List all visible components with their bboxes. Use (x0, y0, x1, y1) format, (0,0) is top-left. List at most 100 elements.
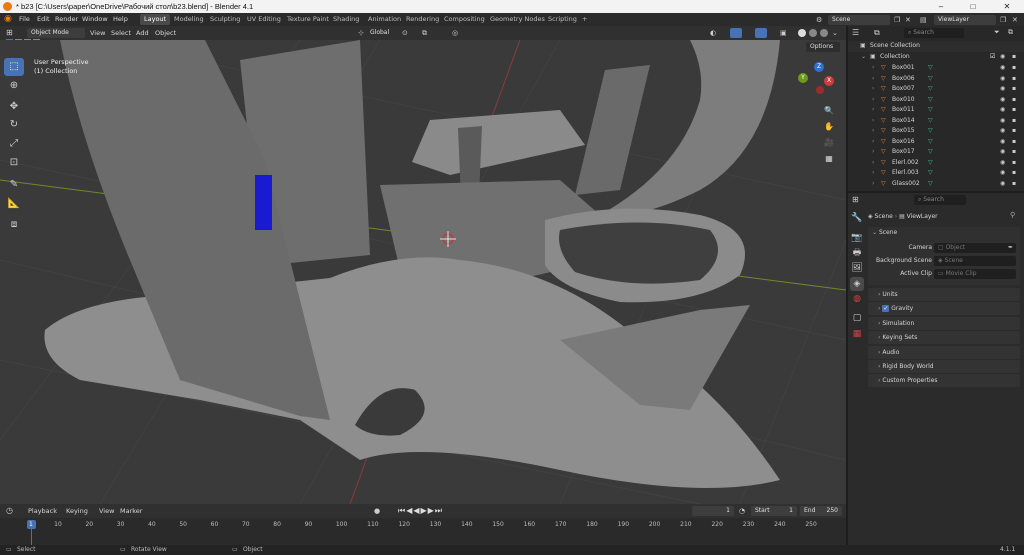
tab-shading[interactable]: Shading (329, 14, 363, 25)
eye-icon[interactable]: ◉ (1000, 74, 1005, 85)
shading-rendered-icon[interactable] (820, 29, 828, 37)
filter-icon[interactable]: ⏷ (994, 28, 1000, 37)
maximize-button[interactable]: □ (958, 0, 988, 13)
snap-icon[interactable]: ⧉ (422, 26, 427, 40)
overlay-toggle-icon[interactable] (755, 28, 767, 38)
camera-icon[interactable]: ▪ (1012, 105, 1016, 116)
record-icon[interactable]: ● (374, 504, 380, 518)
visibility-icon[interactable]: ◐ (710, 26, 716, 40)
camera-icon[interactable]: ▪ (1012, 168, 1016, 179)
chevron-right-icon[interactable]: › (872, 63, 874, 74)
add-workspace-button[interactable]: + (578, 14, 591, 25)
eye-icon[interactable]: ◉ (1000, 137, 1005, 148)
chevron-right-icon[interactable]: › (872, 147, 874, 158)
current-frame-field[interactable]: 1 (692, 506, 734, 516)
menu-file[interactable]: File (15, 13, 34, 26)
xray-icon[interactable]: ▣ (780, 26, 787, 40)
camera-icon[interactable]: ▪ (1012, 95, 1016, 106)
timeline-ruler[interactable]: 1 10 20 30 40 50 60 70 80 90 100 110 120 130 140 150 160… (0, 518, 846, 545)
menu-select[interactable]: Select (107, 26, 135, 39)
menu-view[interactable]: View (86, 26, 109, 39)
outliner-row-object[interactable]: › ▽ Box006 ▽ ◉ ▪ (848, 74, 1024, 85)
eye-icon[interactable]: ◉ (1000, 147, 1005, 158)
editor-type-icon[interactable]: ⊞ (6, 26, 13, 40)
active-clip-field[interactable]: ▭ Movie Clip (934, 269, 1016, 279)
rotate-tool-icon[interactable]: ↻ (4, 116, 24, 134)
panel-simulation[interactable]: › Simulation (868, 316, 1020, 330)
outliner-row-object[interactable]: › ▽ Box001 ▽ ◉ ▪ (848, 63, 1024, 74)
outliner-row-object[interactable]: › ▽ Elerl.003 ▽ ◉ ▪ (848, 168, 1024, 179)
camera-field[interactable]: ▢ Object ✒ (934, 243, 1016, 253)
select-box-icon[interactable]: ⬚ (4, 58, 24, 76)
transform-tool-icon[interactable]: ⊡ (4, 154, 24, 172)
chevron-right-icon[interactable]: › (872, 126, 874, 137)
texture-tab-icon[interactable]: ▦ (850, 327, 864, 341)
chevron-right-icon[interactable]: › (872, 179, 874, 190)
menu-keying[interactable]: Keying (62, 504, 92, 517)
chevron-right-icon[interactable]: › (872, 137, 874, 148)
eye-icon[interactable]: ◉ (1000, 84, 1005, 95)
render-tab-icon[interactable]: 📷 (850, 231, 864, 245)
camera-icon[interactable]: ▪ (1012, 74, 1016, 85)
tab-compositing[interactable]: Compositing (440, 14, 489, 25)
outliner-row-object[interactable]: › ▽ Glass002 ▽ ◉ ▪ (848, 179, 1024, 190)
pin-icon[interactable]: ⚲ (1010, 211, 1015, 219)
chevron-right-icon[interactable]: › (872, 168, 874, 179)
tab-texture-paint[interactable]: Texture Paint (283, 14, 333, 25)
new-collection-icon[interactable]: ⧉ (1008, 28, 1013, 37)
output-tab-icon[interactable]: 🖶 (850, 246, 864, 260)
outliner-search[interactable]: ⌕ Search (904, 28, 964, 38)
options-dropdown[interactable]: Options (806, 42, 840, 52)
gizmo-toggle-icon[interactable] (730, 28, 742, 38)
camera-icon[interactable]: ▪ (1012, 84, 1016, 95)
outliner-row-object[interactable]: › ▽ Box015 ▽ ◉ ▪ (848, 126, 1024, 137)
move-tool-icon[interactable]: ✥ (4, 98, 24, 116)
menu-timeline-view[interactable]: View (95, 504, 118, 517)
camera-icon[interactable]: ▪ (1012, 158, 1016, 169)
collection-tab-icon[interactable]: ▢ (850, 311, 864, 325)
background-scene-field[interactable]: ◈ Scene (934, 256, 1016, 266)
gizmo-neg-x-axis[interactable] (816, 86, 824, 94)
close-button[interactable]: ✕ (992, 0, 1022, 13)
menu-object[interactable]: Object (151, 26, 180, 39)
navigation-gizmo[interactable]: Z Y X 🔍 ✋ 🎥 ▦ (796, 60, 844, 170)
world-tab-icon[interactable]: ◍ (850, 292, 864, 306)
display-mode-icon[interactable]: ⧉ (874, 28, 880, 38)
tool-tab-icon[interactable]: 🔧 (850, 211, 864, 225)
start-frame-field[interactable]: Start 1 (751, 506, 797, 516)
outliner-row-collection[interactable]: ⌄ ▣ Collection ☑ ◉ ▪ (848, 52, 1024, 63)
gravity-checkbox[interactable]: ✓ (882, 305, 890, 313)
tab-uv-editing[interactable]: UV Editing (243, 14, 285, 25)
minimize-button[interactable]: – (926, 0, 956, 13)
collection-checkbox[interactable]: ☑ (990, 52, 995, 63)
tab-animation[interactable]: Animation (364, 14, 405, 25)
outliner-row-object[interactable]: › ▽ Box017 ▽ ◉ ▪ (848, 147, 1024, 158)
pan-hand-icon[interactable]: ✋ (822, 120, 836, 134)
tab-layout[interactable]: Layout (140, 14, 171, 25)
menu-playback[interactable]: Playback (24, 504, 61, 517)
properties-editor-icon[interactable]: ⊞ (852, 195, 859, 204)
outliner-row-object[interactable]: › ▽ Box016 ▽ ◉ ▪ (848, 137, 1024, 148)
eye-icon[interactable]: ◉ (1000, 168, 1005, 179)
annotate-tool-icon[interactable]: ✎ (4, 176, 24, 194)
scene-section-header[interactable]: ⌄ Scene (872, 229, 897, 236)
panel-audio[interactable]: › Audio (868, 345, 1020, 359)
ortho-grid-icon[interactable]: ▦ (822, 152, 836, 166)
eye-icon[interactable]: ◉ (1000, 179, 1005, 190)
scene-selector[interactable]: Scene (828, 14, 890, 25)
camera-icon[interactable]: ▪ (1012, 126, 1016, 137)
menu-help[interactable]: Help (109, 13, 132, 26)
chevron-right-icon[interactable]: › (872, 95, 874, 106)
menu-window[interactable]: Window (78, 13, 112, 26)
panel-keying-sets[interactable]: › Keying Sets (868, 331, 1020, 345)
blender-menu-icon[interactable]: ◉ (4, 13, 12, 26)
outliner-row-object[interactable]: › ▽ Box011 ▽ ◉ ▪ (848, 105, 1024, 116)
eye-icon[interactable]: ◉ (1000, 116, 1005, 127)
camera-icon[interactable]: ▪ (1012, 179, 1016, 190)
menu-marker[interactable]: Marker (116, 504, 146, 517)
eyedropper-icon[interactable]: ✒ (1008, 243, 1013, 253)
scale-tool-icon[interactable]: ⤢ (4, 135, 24, 153)
eye-icon[interactable]: ◉ (1000, 126, 1005, 137)
properties-search[interactable]: ⌕ Search (914, 195, 966, 205)
outliner-editor-icon[interactable]: ☰ (852, 28, 859, 37)
